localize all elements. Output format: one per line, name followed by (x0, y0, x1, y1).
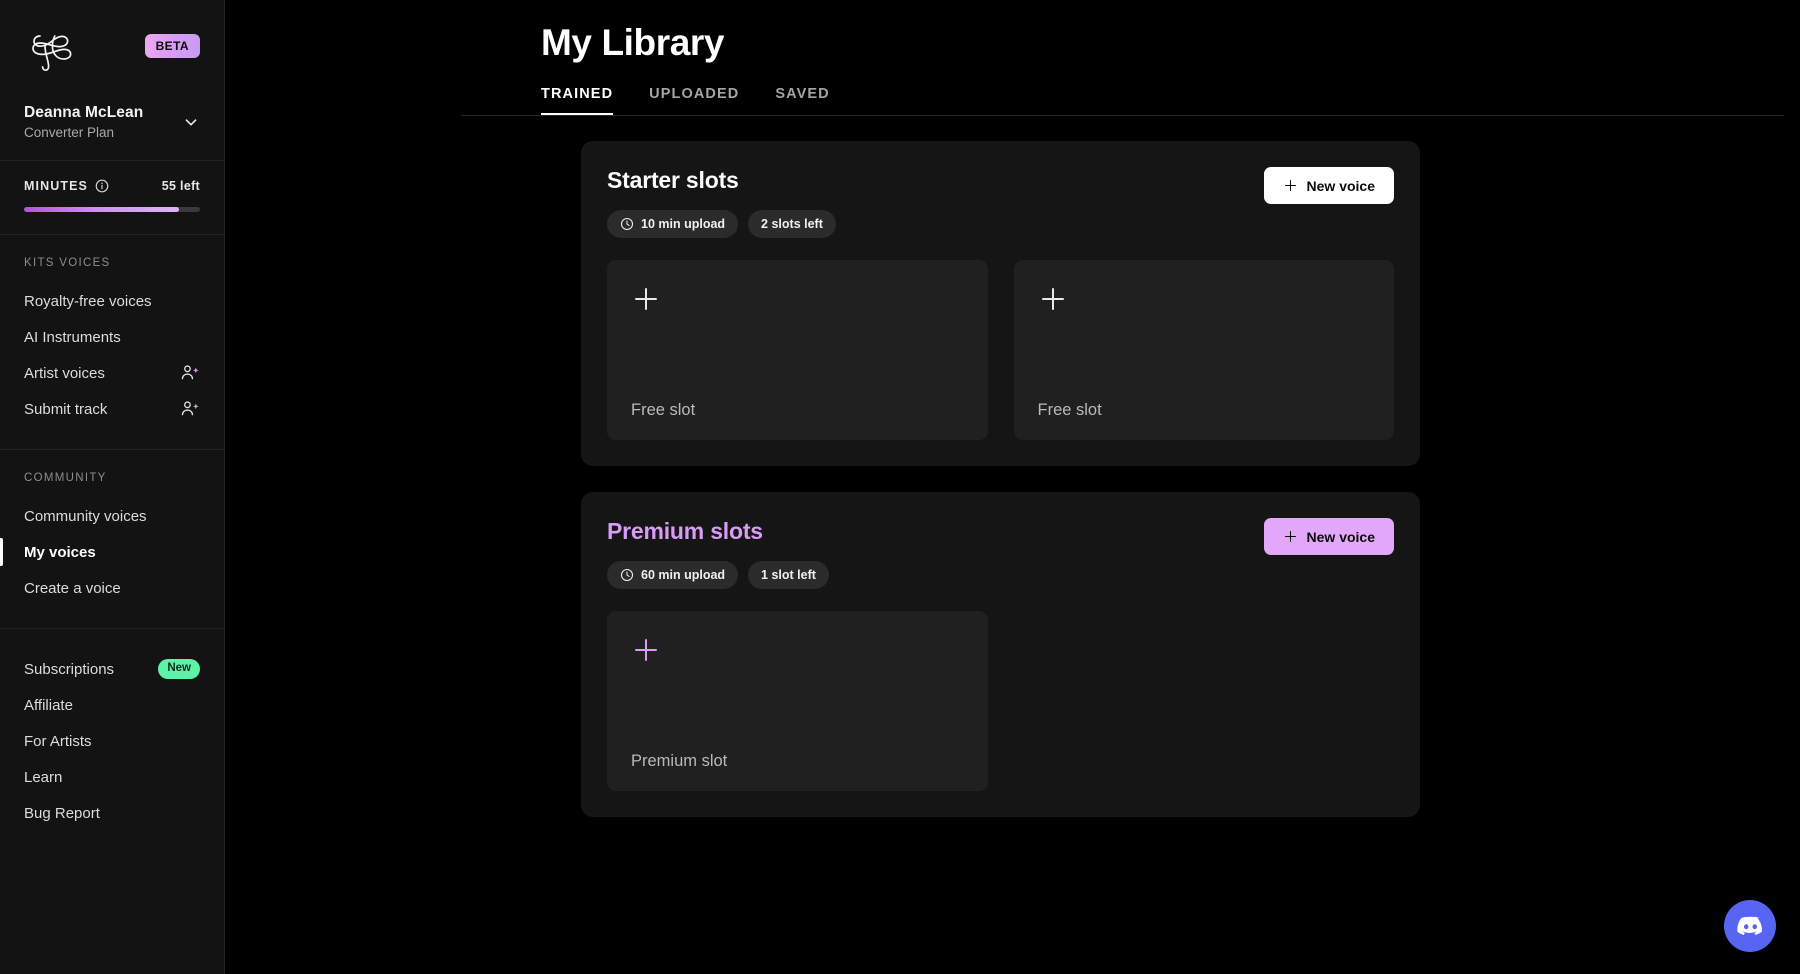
section-header: Premium slots 60 min upload 1 slot left New… (607, 518, 1394, 589)
beta-badge: BETA (145, 34, 200, 58)
minutes-meter: MINUTES 55 left (0, 161, 224, 234)
sidebar-group: Subscriptions New Affiliate For Artists Lear… (0, 629, 224, 853)
sidebar-group-heading: COMMUNITY (0, 472, 224, 484)
clock-icon (620, 568, 634, 582)
info-chip-label: 2 slots left (761, 218, 823, 231)
voice-slot-card[interactable]: Free slot (607, 260, 988, 440)
account-name: Deanna McLean (24, 104, 143, 122)
main-content: My Library TRAINEDUPLOADEDSAVED Starter … (225, 0, 1800, 974)
voice-slot-card[interactable]: Free slot (1014, 260, 1395, 440)
sidebar-item-label: Create a voice (24, 581, 121, 596)
sidebar-item-label: For Artists (24, 734, 92, 749)
voice-slot-label: Premium slot (631, 752, 964, 771)
voice-slot-card[interactable]: Premium slot (607, 611, 988, 791)
slot-grid: Premium slot (607, 611, 1394, 791)
info-chip: 60 min upload (607, 561, 738, 589)
sidebar-item-label: Community voices (24, 509, 147, 524)
minutes-progress-fill (24, 207, 179, 212)
minutes-progress-track (24, 207, 200, 212)
new-voice-button-label: New voice (1307, 530, 1375, 544)
brand-row: BETA (24, 22, 200, 78)
sidebar-item-label: Artist voices (24, 366, 105, 381)
sidebar-item-label: Learn (24, 770, 62, 785)
minutes-remaining: 55 left (162, 179, 200, 193)
minutes-label-wrap: MINUTES (24, 179, 109, 193)
slots-section: Starter slots 10 min upload 2 slots left Ne… (581, 141, 1420, 466)
plus-icon (1038, 284, 1371, 314)
sidebar-item-royalty-free-voices[interactable]: Royalty-free voices (0, 283, 224, 319)
sidebar-item-my-voices[interactable]: My voices (0, 534, 224, 570)
sidebar-group: KITS VOICES Royalty-free voices AI Instrum… (0, 235, 224, 449)
plus-icon (631, 635, 964, 665)
slots-section: Premium slots 60 min upload 1 slot left New… (581, 492, 1420, 817)
info-icon[interactable] (95, 179, 109, 193)
plus-icon (631, 284, 964, 314)
sidebar-item-label: My voices (24, 545, 96, 560)
sidebar-item-label: Submit track (24, 402, 107, 417)
sidebar-item-label: Subscriptions (24, 662, 114, 677)
account-switcher[interactable]: Deanna McLean Converter Plan (24, 104, 200, 160)
sidebar-group: COMMUNITY Community voices My voices Create… (0, 450, 224, 628)
sidebar-item-artist-voices[interactable]: Artist voices (0, 355, 224, 391)
slot-grid: Free slot Free slot (607, 260, 1394, 440)
discord-icon (1737, 913, 1764, 940)
tab-saved[interactable]: SAVED (757, 86, 847, 115)
sidebar-item-submit-track[interactable]: Submit track (0, 391, 224, 427)
sidebar-item-bug-report[interactable]: Bug Report (0, 795, 224, 831)
sidebar-item-label: Royalty-free voices (24, 294, 152, 309)
info-chip: 10 min upload (607, 210, 738, 238)
voice-slot-label: Free slot (631, 401, 964, 420)
section-title: Starter slots (607, 167, 836, 194)
sidebar: BETA Deanna McLean Converter Plan MINUTE… (0, 0, 225, 974)
new-voice-button-label: New voice (1307, 179, 1375, 193)
new-voice-button[interactable]: New voice (1264, 518, 1394, 555)
sidebar-item-create-a-voice[interactable]: Create a voice (0, 570, 224, 606)
section-header-left: Starter slots 10 min upload 2 slots left (607, 167, 836, 238)
minutes-row: MINUTES 55 left (24, 179, 200, 193)
sidebar-item-affiliate[interactable]: Affiliate (0, 687, 224, 723)
tab-bar: TRAINEDUPLOADEDSAVED (225, 86, 1800, 115)
sections-container: Starter slots 10 min upload 2 slots left Ne… (225, 116, 1800, 817)
kits-ampersand-logo-icon[interactable] (24, 22, 80, 78)
info-chip-label: 10 min upload (641, 218, 725, 231)
section-chips: 60 min upload 1 slot left (607, 561, 829, 589)
sidebar-item-label: Affiliate (24, 698, 73, 713)
sidebar-item-learn[interactable]: Learn (0, 759, 224, 795)
sidebar-item-badge: New (158, 659, 200, 679)
section-header-left: Premium slots 60 min upload 1 slot left (607, 518, 829, 589)
clock-icon (620, 217, 634, 231)
plus-icon (1283, 178, 1298, 193)
account-info: Deanna McLean Converter Plan (24, 104, 143, 140)
tab-trained[interactable]: TRAINED (541, 86, 631, 115)
info-chip: 1 slot left (748, 561, 829, 589)
section-title: Premium slots (607, 518, 829, 545)
sidebar-item-subscriptions[interactable]: Subscriptions New (0, 651, 224, 687)
user-sparkle-icon (180, 399, 200, 419)
account-plan: Converter Plan (24, 125, 143, 140)
tab-uploaded[interactable]: UPLOADED (631, 86, 757, 115)
minutes-label: MINUTES (24, 179, 88, 193)
info-chip: 2 slots left (748, 210, 836, 238)
sidebar-item-label: Bug Report (24, 806, 100, 821)
sidebar-item-community-voices[interactable]: Community voices (0, 498, 224, 534)
section-chips: 10 min upload 2 slots left (607, 210, 836, 238)
sidebar-item-for-artists[interactable]: For Artists (0, 723, 224, 759)
chevron-down-icon[interactable] (182, 113, 200, 131)
sidebar-item-label: AI Instruments (24, 330, 121, 345)
discord-support-button[interactable] (1724, 900, 1776, 952)
info-chip-label: 60 min upload (641, 569, 725, 582)
plus-icon (1283, 529, 1298, 544)
sidebar-group-heading: KITS VOICES (0, 257, 224, 269)
page-title: My Library (225, 0, 1800, 64)
sidebar-item-ai-instruments[interactable]: AI Instruments (0, 319, 224, 355)
info-chip-label: 1 slot left (761, 569, 816, 582)
sidebar-nav: KITS VOICES Royalty-free voices AI Instrum… (0, 235, 224, 853)
user-sparkle-icon (180, 363, 200, 383)
sidebar-header: BETA Deanna McLean Converter Plan (0, 0, 224, 160)
section-header: Starter slots 10 min upload 2 slots left Ne… (607, 167, 1394, 238)
app-root: BETA Deanna McLean Converter Plan MINUTE… (0, 0, 1800, 974)
new-voice-button[interactable]: New voice (1264, 167, 1394, 204)
voice-slot-label: Free slot (1038, 401, 1371, 420)
